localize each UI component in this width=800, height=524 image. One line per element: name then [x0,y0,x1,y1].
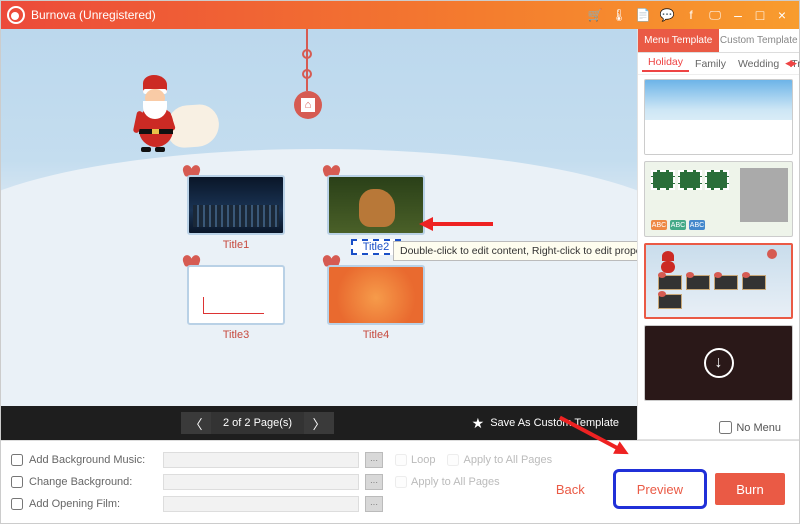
cart-icon[interactable]: 🛒 [586,7,604,23]
apply-all-bg-checkbox [395,476,407,488]
page-prev-button[interactable]: 〈 [181,412,211,434]
add-music-checkbox[interactable] [11,454,23,466]
loop-checkbox [395,454,407,466]
minimize-button[interactable]: – [731,7,745,23]
browse-bg-button[interactable]: ··· [365,474,383,490]
add-music-label: Add Background Music: [29,454,157,466]
star-icon: ★ [472,415,485,432]
badge: ABC [670,220,686,230]
template-item-3-selected[interactable] [644,243,793,319]
titlebar: Burnova (Unregistered) 🛒 🌡 📄 💬 f 🖵 – □ × [1,1,799,29]
santa-illustration [121,71,201,161]
browse-music-button[interactable]: ··· [365,452,383,468]
pager-bar: 〈 2 of 2 Page(s) 〉 ★ Save As Custom Temp… [1,406,637,440]
thumb-label[interactable]: Title3 [187,329,285,341]
burn-button[interactable]: Burn [715,473,785,505]
hill-bg [1,149,637,406]
action-buttons: Back Preview Burn [536,473,785,505]
thumb-label[interactable]: Title4 [327,329,425,341]
app-logo-icon [7,6,25,24]
menu-thumb-1[interactable]: Title1 [187,175,285,251]
tab-menu-template[interactable]: Menu Template [638,29,719,53]
opening-film-checkbox[interactable] [11,498,23,510]
home-ornament-icon[interactable] [294,91,322,119]
close-button[interactable]: × [775,7,789,23]
music-path-field[interactable] [163,452,359,468]
opening-film-label: Add Opening Film: [29,498,157,510]
bg-path-field[interactable] [163,474,359,490]
category-family[interactable]: Family [689,58,732,70]
save-custom-template-button[interactable]: ★ Save As Custom Template [472,415,619,432]
page-indicator: 2 of 2 Page(s) [211,417,304,429]
template-sidebar: Menu Template Custom Template Holiday Fa… [637,29,799,440]
monitor-icon[interactable]: 🖵 [706,7,724,23]
no-menu-checkbox[interactable] [719,421,732,434]
category-wedding[interactable]: Wedding [732,58,785,70]
loop-label: Loop [411,454,435,466]
change-bg-checkbox[interactable] [11,476,23,488]
maximize-button[interactable]: □ [753,7,767,23]
menu-canvas: Title1 Title2 Title3 Title4 Doub [1,29,637,406]
menu-thumb-3[interactable]: Title3 [187,265,285,341]
badge: ABC [689,220,705,230]
no-menu-label: No Menu [736,422,781,434]
opening-film-field[interactable] [163,496,359,512]
category-scroll-icon[interactable]: ◀▶ [785,58,795,69]
no-menu-option[interactable]: No Menu [719,421,781,434]
download-icon: ↓ [704,348,734,378]
badge: ABC [651,220,667,230]
category-row: Holiday Family Wedding Tra ◀▶ [638,53,799,75]
apply-all-label: Apply to All Pages [463,454,552,466]
template-item-download[interactable]: ↓ [644,325,793,401]
chat-icon[interactable]: 💬 [658,7,676,23]
back-button[interactable]: Back [536,473,605,505]
thermometer-icon[interactable]: 🌡 [610,7,628,23]
tab-custom-template[interactable]: Custom Template [719,29,800,53]
app-title: Burnova (Unregistered) [31,8,156,22]
apply-all-label: Apply to All Pages [411,476,500,488]
document-icon[interactable]: 📄 [634,7,652,23]
edit-tooltip: Double-click to edit content, Right-clic… [393,241,637,261]
preview-button[interactable]: Preview [617,473,703,505]
thumb-label[interactable]: Title1 [187,239,285,251]
facebook-icon[interactable]: f [682,7,700,23]
menu-thumb-4[interactable]: Title4 [327,265,425,341]
browse-film-button[interactable]: ··· [365,496,383,512]
change-bg-label: Change Background: [29,476,157,488]
ornament-cord [306,29,308,91]
annotation-arrow-1 [431,222,493,226]
page-next-button[interactable]: 〉 [304,412,334,434]
save-template-label: Save As Custom Template [490,417,619,429]
category-holiday[interactable]: Holiday [642,56,689,72]
template-item-1[interactable] [644,79,793,155]
apply-all-music-checkbox [447,454,459,466]
template-item-2[interactable]: ABC ABC ABC [644,161,793,237]
